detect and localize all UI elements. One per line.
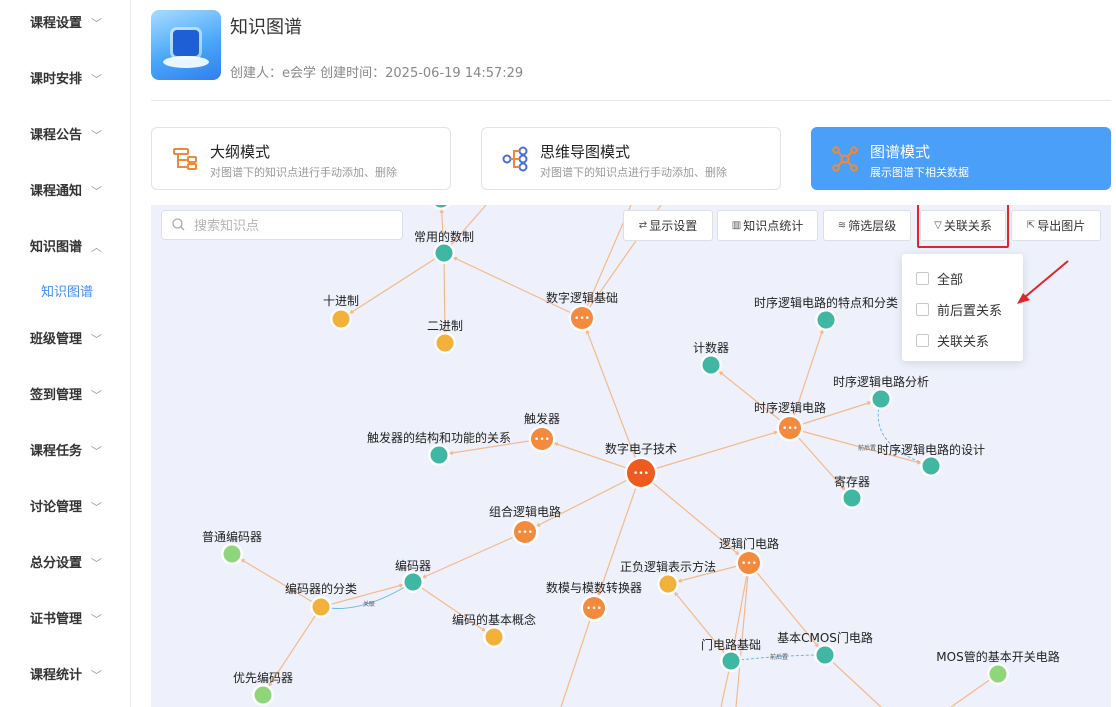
mindmap-mode-desc: 对图谱下的知识点进行手动添加、删除 [540,166,727,179]
graph-mode-desc: 展示图谱下相关数据 [870,166,969,179]
sidebar-item[interactable]: 总分设置 ﹀ [30,552,102,571]
chevron-down-icon: ﹀ [91,73,103,86]
sidebar-item[interactable]: 班级管理 ﹀ [30,328,102,347]
chevron-down-icon: ﹀ [91,557,103,570]
outline-icon [173,148,197,170]
sidebar-item[interactable]: 课程统计 ﹀ [30,664,102,683]
mindmap-icon [502,146,528,172]
creator-meta: 创建人：e会学 创建时间：2025-06-19 14:57:29 [230,66,524,81]
outline-mode-desc: 对图谱下的知识点进行手动添加、删除 [210,166,397,179]
chevron-down-icon: ﹀ [91,129,103,142]
chevron-down-icon: ﹀ [91,333,103,346]
graph-mode-title: 图谱模式 [870,143,931,161]
sidebar-item[interactable]: 课时安排 ﹀ [30,68,102,87]
mindmap-mode-title: 思维导图模式 [540,143,631,161]
sidebar-item[interactable]: 知识图谱 ︿ [30,236,102,255]
mindmap-mode-card[interactable]: 思维导图模式 对图谱下的知识点进行手动添加、删除 [481,127,781,190]
sidebar-item[interactable]: 课程设置 ﹀ [30,12,102,31]
chevron-down-icon: ﹀ [91,389,103,402]
sidebar-item[interactable]: 讨论管理 ﹀ [30,496,102,515]
sidebar-item[interactable]: 课程公告 ﹀ [30,124,102,143]
course-logo [151,10,221,80]
page-title: 知识图谱 [230,17,302,38]
chevron-down-icon: ﹀ [91,669,103,682]
red-arrow-annotation [1017,260,1069,304]
chevron-down-icon: ﹀ [91,185,103,198]
sidebar-item[interactable]: 证书管理 ﹀ [30,608,102,627]
chevron-down-icon: ﹀ [91,501,103,514]
outline-mode-card[interactable]: 大纲模式 对图谱下的知识点进行手动添加、删除 [151,127,451,190]
graph-icon [832,146,858,172]
chevron-down-icon: ﹀ [91,17,103,30]
sidebar-subitem-knowledge-graph[interactable]: 知识图谱 [41,281,93,300]
chevron-down-icon: ﹀ [91,613,103,626]
sidebar-item[interactable]: 课程任务 ﹀ [30,440,102,459]
chevron-down-icon: ﹀ [91,445,103,458]
sidebar-item[interactable]: 课程通知 ﹀ [30,180,102,199]
graph-mode-card[interactable]: 图谱模式 展示图谱下相关数据 [811,127,1111,190]
outline-mode-title: 大纲模式 [210,143,271,161]
chevron-up-icon: ︿ [91,241,103,254]
sidebar-item[interactable]: 签到管理 ﹀ [30,384,102,403]
knowledge-graph-canvas[interactable]: ••• 数字电子技术 常用的数制 十进制 二进制 ••• 数字逻辑基础 ••• 时序逻辑电路 时序… [151,205,1111,707]
sidebar: 课程设置 ﹀ 课时安排 ﹀ 课程公告 ﹀ 课程通知 ﹀ 知识图谱 ︿ 班级管理 ﹀ 签到管理 ﹀ 课程任务 ﹀… [0,0,131,707]
header-divider [151,100,1111,101]
